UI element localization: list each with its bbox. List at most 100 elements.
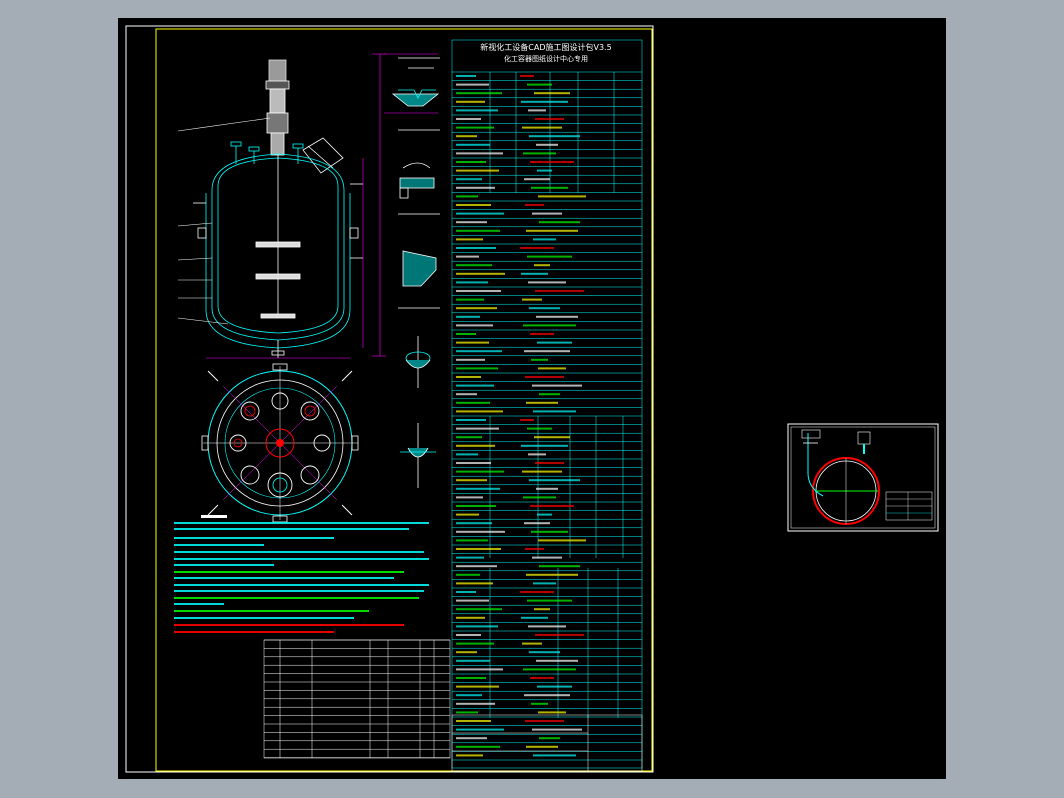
table-cell-text [530,333,554,335]
table-cell-text [456,238,483,241]
table-cell-text [529,135,580,138]
table-cell-text [456,436,482,439]
table-cell-text [531,702,548,705]
leader-lines [177,117,271,325]
table-cell-text [456,298,484,301]
table-cell-text [456,522,492,525]
table-cell-text [537,169,552,172]
parts-list-left [263,639,451,759]
table-cell-text [522,298,542,301]
table-cell-text [456,92,502,95]
table-cell-text [536,315,578,318]
table-cell-text [456,333,476,335]
table-cell-text [533,754,576,757]
table-cell-text [535,118,564,120]
table-cell-text [527,83,552,86]
table-cell-text [523,152,556,155]
table-cell-text [521,100,568,103]
table-cell-text [532,384,582,387]
table-cell-text [526,229,578,232]
table-cell-text [456,358,485,361]
table-cell-text [525,204,544,206]
table-cell-text [456,728,504,731]
table-cell-text [456,100,485,103]
table-cell-text [456,126,494,129]
table-cell-text [456,247,496,249]
table-cell-text [526,401,558,404]
table-cell-text [456,229,500,232]
table-cell-text [456,754,483,757]
drawing-canvas: 新视化工设备CAD施工图设计包V3.5 化工容器图纸设计中心专用 [125,25,939,773]
detail-views [391,57,440,488]
table-cell-text [527,255,572,258]
table-cell-text [456,272,505,275]
table-cell-text [456,625,498,628]
table-cell-text [456,668,503,671]
table-cell-text [456,651,477,654]
table-cell-text [536,487,558,490]
table-cell-text [456,143,490,146]
table-cell-text [526,745,558,748]
table-cell-text [521,616,548,619]
table-cell-text [456,264,492,267]
table-cell-text [539,221,580,224]
table-cell-text [533,410,576,413]
table-cell-text [520,591,554,593]
vessel-plan-view [201,363,359,523]
table-cell-text [528,625,566,628]
table-cell-text [456,599,489,602]
table-cell-text [456,556,484,559]
table-cell-text [538,711,566,714]
table-cell-text [456,694,482,697]
table-cell-text [456,212,504,215]
cad-model-space[interactable]: 新视化工设备CAD施工图设计包V3.5 化工容器图纸设计中心专用 [118,18,946,779]
table-cell-text [456,634,481,636]
table-cell-text [534,92,570,95]
table-cell-text [456,410,503,413]
table-cell-text [521,444,568,447]
vessel-elevation [193,59,363,358]
table-cell-text [539,393,560,396]
table-cell-text [523,496,556,499]
table-cell-text [534,436,570,439]
table-cell-text [520,419,534,421]
table-cell-text [524,178,550,181]
table-cell-text [456,565,497,568]
table-cell-text [456,720,491,722]
table-cell-text [456,109,498,112]
table-cell-text [523,324,576,327]
table-cell-text [539,565,580,568]
technical-notes [174,515,429,633]
table-cell-text [456,376,481,378]
table-cell-text [456,659,490,662]
table-cell-text [529,479,580,482]
table-cell-text [456,685,499,688]
table-cell-text [456,341,489,344]
table-cell-text [523,668,576,671]
table-cell-text [530,505,574,507]
table-cell-text [533,582,556,585]
table-cell-text [456,642,494,645]
table-cell-text [456,75,476,77]
table-cell-text [456,548,501,550]
table-cell-text [456,204,491,206]
table-cell-text [539,737,560,740]
table-cell-text [456,161,486,163]
table-cell-text [456,393,477,396]
table-cell-text [526,573,578,576]
table-cell-text [456,169,499,172]
table-cell-text [456,677,486,679]
table-cell-text [456,462,491,464]
table-cell-text [456,118,481,120]
table-cell-text [533,238,556,241]
table-cell-text [524,522,550,525]
table-cell-text [528,109,546,112]
table-cell-text [535,462,564,464]
table-cell-text [456,315,480,318]
table-cell-text [522,126,562,129]
table-cell-text [456,384,494,387]
table-cell-text [535,290,584,292]
table-cell-text [531,186,568,189]
table-cell-text [456,505,496,507]
table-cell-text [456,281,488,284]
